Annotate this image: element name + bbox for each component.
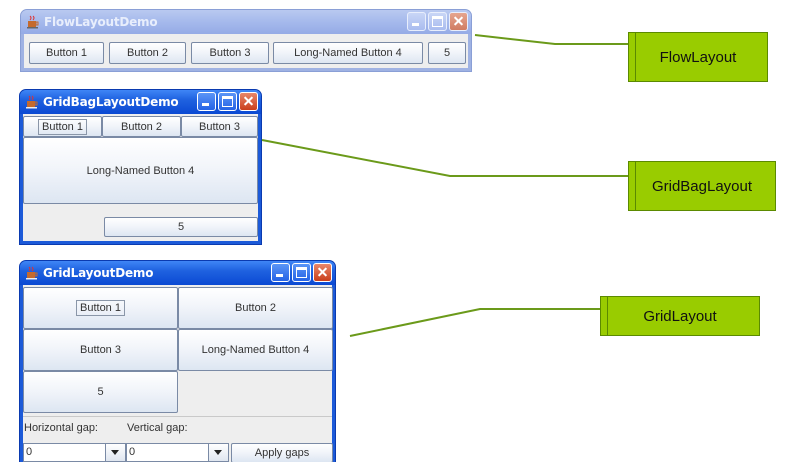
close-button[interactable] bbox=[449, 12, 468, 31]
flowlayout-window: FlowLayoutDemo Button 1 Button 2 Button … bbox=[20, 9, 472, 72]
combo-value: 0 bbox=[26, 446, 33, 458]
close-button[interactable] bbox=[239, 92, 258, 111]
focus-ring: Button 1 bbox=[38, 118, 87, 135]
window-title: GridBagLayoutDemo bbox=[43, 95, 179, 109]
flowlayout-titlebar[interactable]: FlowLayoutDemo bbox=[21, 10, 471, 34]
java-cup-icon bbox=[26, 15, 40, 29]
minimize-icon bbox=[202, 103, 209, 106]
chevron-down-icon[interactable] bbox=[105, 444, 125, 461]
callout-gridlayout: GridLayout bbox=[600, 296, 760, 336]
minimize-icon bbox=[276, 274, 283, 277]
button-3[interactable]: Button 3 bbox=[191, 42, 269, 64]
button-label: Button 2 bbox=[121, 120, 162, 133]
button-5[interactable]: 5 bbox=[428, 42, 466, 64]
button-label: Long-Named Button 4 bbox=[294, 47, 402, 59]
callout-gridbaglayout: GridBagLayout bbox=[628, 161, 776, 211]
java-cup-icon bbox=[25, 95, 39, 109]
button-2[interactable]: Button 2 bbox=[109, 42, 186, 64]
maximize-button[interactable] bbox=[428, 12, 447, 31]
flowlayout-content: Button 1 Button 2 Button 3 Long-Named Bu… bbox=[24, 34, 468, 68]
gridlayout-window: GridLayoutDemo Button 1 Button 2 Button … bbox=[19, 260, 336, 462]
connector-gridbag bbox=[261, 139, 630, 177]
callout-label: GridLayout bbox=[643, 307, 717, 325]
chevron-down-icon[interactable] bbox=[208, 444, 228, 461]
window-title: FlowLayoutDemo bbox=[44, 15, 158, 29]
window-title: GridLayoutDemo bbox=[43, 266, 154, 280]
maximize-button[interactable] bbox=[218, 92, 237, 111]
maximize-icon bbox=[222, 96, 233, 107]
maximize-button[interactable] bbox=[292, 263, 311, 282]
callout-flowlayout: FlowLayout bbox=[628, 32, 768, 82]
focus-ring: Button 1 bbox=[76, 300, 125, 316]
button-4[interactable]: Long-Named Button 4 bbox=[178, 329, 333, 371]
gridbaglayout-window: GridBagLayoutDemo Button 1 Button 2 Butt… bbox=[19, 89, 262, 245]
combo-value: 0 bbox=[129, 446, 136, 458]
button-4[interactable]: Long-Named Button 4 bbox=[23, 137, 258, 204]
button-5[interactable]: 5 bbox=[23, 371, 178, 413]
button-label: Button 1 bbox=[42, 120, 83, 133]
minimize-button[interactable] bbox=[197, 92, 216, 111]
close-icon bbox=[314, 264, 331, 281]
button-label: Button 2 bbox=[235, 302, 276, 314]
close-icon bbox=[240, 93, 257, 110]
button-4[interactable]: Long-Named Button 4 bbox=[273, 42, 423, 64]
connector-flow bbox=[474, 34, 628, 45]
maximize-icon bbox=[296, 267, 307, 278]
gridlayout-content: Button 1 Button 2 Button 3 Long-Named Bu… bbox=[23, 285, 333, 462]
button-label: Long-Named Button 4 bbox=[201, 344, 310, 356]
vertical-gap-combo[interactable]: 0 bbox=[126, 443, 229, 462]
button-label: 5 bbox=[97, 386, 104, 398]
button-label: Apply gaps bbox=[254, 447, 310, 459]
button-label: Button 1 bbox=[46, 47, 87, 59]
gridbaglayout-content: Button 1 Button 2 Button 3 Long-Named Bu… bbox=[23, 114, 258, 241]
button-3[interactable]: Button 3 bbox=[181, 116, 258, 137]
button-1[interactable]: Button 1 bbox=[23, 287, 178, 329]
button-label: 5 bbox=[443, 47, 451, 59]
vertical-gap-label: Vertical gap: bbox=[127, 422, 188, 434]
minimize-button[interactable] bbox=[271, 263, 290, 282]
button-label: Button 1 bbox=[80, 302, 121, 314]
button-3[interactable]: Button 3 bbox=[23, 329, 178, 371]
minimize-button[interactable] bbox=[407, 12, 426, 31]
button-5[interactable]: 5 bbox=[104, 217, 258, 237]
button-1[interactable]: Button 1 bbox=[23, 116, 102, 137]
apply-gaps-button[interactable]: Apply gaps bbox=[231, 443, 333, 462]
close-button[interactable] bbox=[313, 263, 332, 282]
horizontal-gap-combo[interactable]: 0 bbox=[23, 443, 126, 462]
java-cup-icon bbox=[25, 266, 39, 280]
button-label: Button 3 bbox=[80, 344, 121, 356]
close-icon bbox=[450, 13, 467, 30]
button-2[interactable]: Button 2 bbox=[102, 116, 181, 137]
maximize-icon bbox=[432, 16, 443, 27]
connector-grid bbox=[349, 308, 600, 337]
button-label: Button 2 bbox=[127, 47, 168, 59]
separator bbox=[23, 416, 332, 417]
horizontal-gap-label: Horizontal gap: bbox=[24, 422, 98, 434]
button-label: Button 3 bbox=[209, 47, 251, 59]
callout-label: GridBagLayout bbox=[651, 177, 753, 195]
button-1[interactable]: Button 1 bbox=[29, 42, 104, 64]
callout-label: FlowLayout bbox=[659, 48, 737, 66]
button-label: Button 3 bbox=[199, 120, 240, 133]
button-2[interactable]: Button 2 bbox=[178, 287, 333, 329]
button-label: Long-Named Button 4 bbox=[86, 164, 195, 177]
minimize-icon bbox=[412, 23, 419, 26]
button-label: 5 bbox=[177, 221, 185, 233]
